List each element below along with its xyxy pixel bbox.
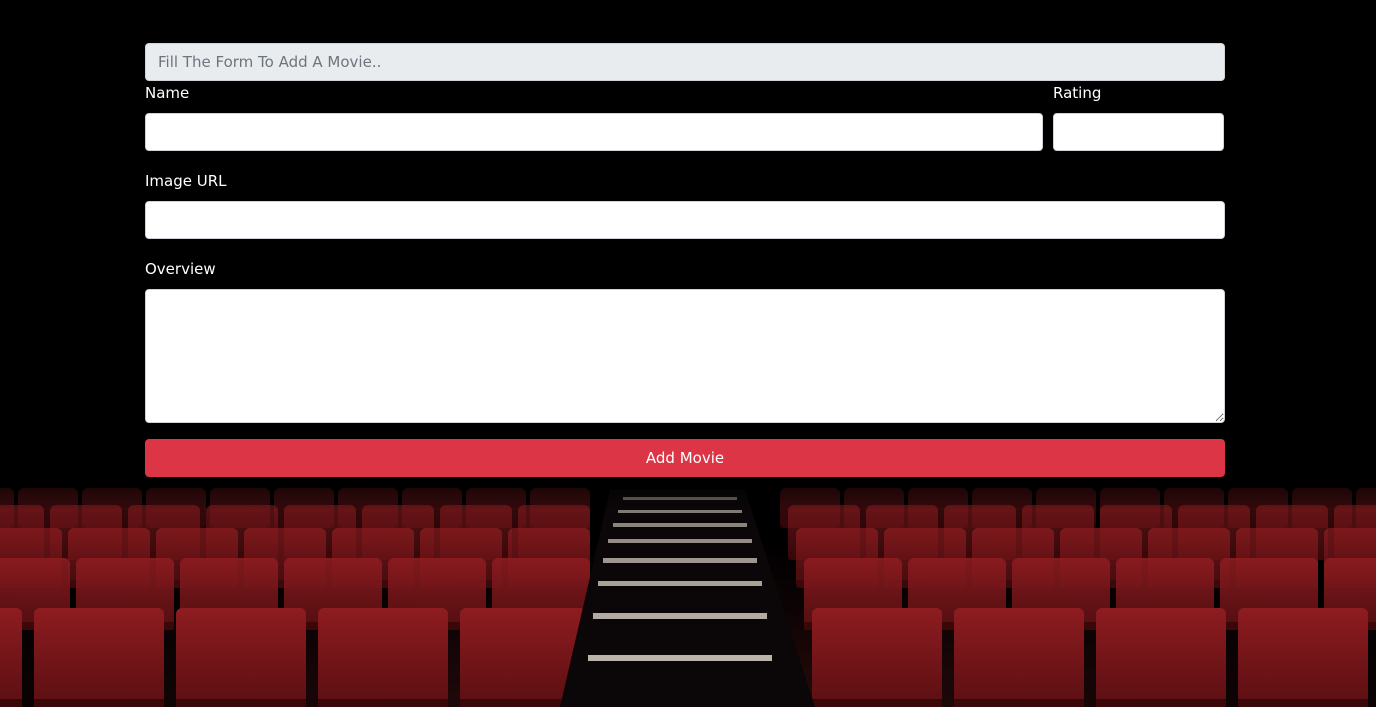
aisle-step-light <box>608 539 752 543</box>
theater-seat-base <box>0 699 22 707</box>
add-movie-button[interactable]: Add Movie <box>145 439 1225 477</box>
overview-textarea[interactable] <box>145 289 1225 423</box>
theater-seat <box>0 608 22 707</box>
form-banner: Fill The Form To Add A Movie.. <box>145 43 1225 81</box>
image-url-input[interactable] <box>145 201 1225 239</box>
theater-seat <box>176 608 306 707</box>
theater-seat-base <box>318 699 448 707</box>
aisle-step-light <box>613 523 747 527</box>
overview-label: Overview <box>145 260 216 278</box>
aisle-step-light <box>603 558 757 563</box>
aisle-step-light <box>588 655 772 661</box>
theater-seat-base <box>812 699 942 707</box>
image-url-label: Image URL <box>145 172 227 190</box>
page: Fill The Form To Add A Movie.. Name Rati… <box>0 0 1376 707</box>
theater-seat-base <box>1096 699 1226 707</box>
rating-label: Rating <box>1053 84 1102 102</box>
add-movie-form: Fill The Form To Add A Movie.. Name Rati… <box>145 43 1225 477</box>
rating-field-group: Rating <box>1053 81 1225 151</box>
aisle-step-light <box>593 613 767 619</box>
name-rating-row: Name Rating <box>145 81 1225 151</box>
theater-seat <box>1238 608 1368 707</box>
theater-seat-base <box>34 699 164 707</box>
theater-seat-base <box>176 699 306 707</box>
aisle-step-light <box>598 581 762 586</box>
theater-seat <box>954 608 1084 707</box>
name-label: Name <box>145 84 190 102</box>
theater-seat <box>34 608 164 707</box>
overview-field-group: Overview <box>145 257 1225 423</box>
rating-input[interactable] <box>1053 113 1224 151</box>
theater-seat <box>318 608 448 707</box>
image-url-field-group: Image URL <box>145 169 1225 239</box>
name-field-group: Name <box>145 81 1043 151</box>
aisle-step-light <box>618 510 742 513</box>
theater-seat <box>1096 608 1226 707</box>
theater-seat <box>812 608 942 707</box>
theater-seat-base <box>1238 699 1368 707</box>
name-input[interactable] <box>145 113 1043 151</box>
theater-seat-base <box>954 699 1084 707</box>
